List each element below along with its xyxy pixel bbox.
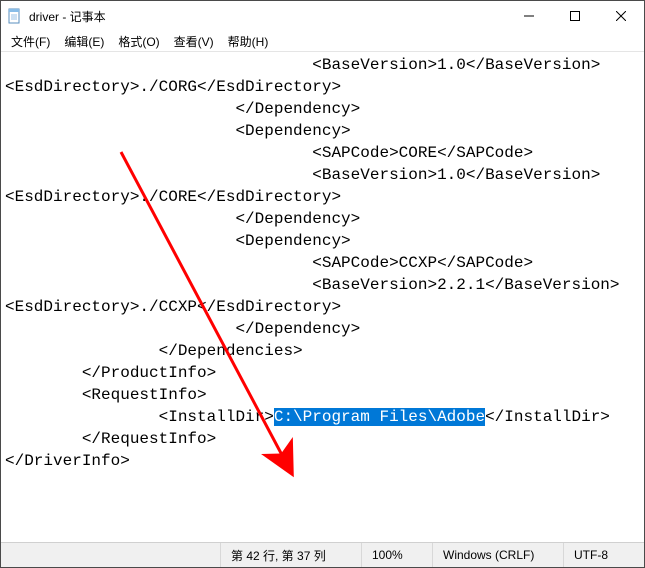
status-spacer xyxy=(1,543,220,567)
editor-text[interactable]: <BaseVersion>1.0</BaseVersion><EsdDirect… xyxy=(5,54,620,472)
text-line: <Dependency> xyxy=(5,120,620,142)
close-button[interactable] xyxy=(598,1,644,31)
menu-view[interactable]: 查看(V) xyxy=(168,32,220,51)
menu-format[interactable]: 格式(O) xyxy=(112,32,165,51)
text-line: <InstallDir>C:\Program Files\Adobe</Inst… xyxy=(5,406,620,428)
text-line: </ProductInfo> xyxy=(5,362,620,384)
title-bar: driver - 记事本 xyxy=(1,1,644,31)
text-line: <BaseVersion>1.0</BaseVersion> xyxy=(5,54,620,76)
menu-bar: 文件(F) 编辑(E) 格式(O) 查看(V) 帮助(H) xyxy=(1,31,644,51)
status-zoom: 100% xyxy=(361,543,432,567)
notepad-icon xyxy=(7,8,23,24)
menu-edit[interactable]: 编辑(E) xyxy=(58,32,110,51)
text-line: <EsdDirectory>./CORG</EsdDirectory> xyxy=(5,76,620,98)
text-line: </RequestInfo> xyxy=(5,428,620,450)
status-eol: Windows (CRLF) xyxy=(432,543,563,567)
editor-area[interactable]: <BaseVersion>1.0</BaseVersion><EsdDirect… xyxy=(1,51,644,542)
window-title: driver - 记事本 xyxy=(29,8,106,25)
line-fragment: </InstallDir> xyxy=(485,408,610,426)
text-line: <Dependency> xyxy=(5,230,620,252)
line-fragment: <InstallDir> xyxy=(5,408,274,426)
status-bar: 第 42 行, 第 37 列 100% Windows (CRLF) UTF-8 xyxy=(1,542,644,567)
notepad-window: driver - 记事本 文件(F) 编辑(E) 格式(O) 查看(V) 帮助(… xyxy=(0,0,645,568)
text-line: <RequestInfo> xyxy=(5,384,620,406)
status-encoding: UTF-8 xyxy=(563,543,644,567)
text-line: </DriverInfo> xyxy=(5,450,620,472)
text-line: </Dependency> xyxy=(5,318,620,340)
text-line: <SAPCode>CCXP</SAPCode> xyxy=(5,252,620,274)
window-controls xyxy=(506,1,644,31)
text-line: <SAPCode>CORE</SAPCode> xyxy=(5,142,620,164)
menu-file[interactable]: 文件(F) xyxy=(5,32,56,51)
text-line: <BaseVersion>2.2.1</BaseVersion> xyxy=(5,274,620,296)
text-line: <BaseVersion>1.0</BaseVersion> xyxy=(5,164,620,186)
text-line: <EsdDirectory>./CORE</EsdDirectory> xyxy=(5,186,620,208)
text-line: </Dependencies> xyxy=(5,340,620,362)
title-bar-left: driver - 记事本 xyxy=(1,8,106,25)
text-line: </Dependency> xyxy=(5,98,620,120)
text-line: <EsdDirectory>./CCXP</EsdDirectory> xyxy=(5,296,620,318)
text-line: </Dependency> xyxy=(5,208,620,230)
status-cursor: 第 42 行, 第 37 列 xyxy=(220,543,361,567)
maximize-button[interactable] xyxy=(552,1,598,31)
minimize-button[interactable] xyxy=(506,1,552,31)
menu-help[interactable]: 帮助(H) xyxy=(222,32,275,51)
selected-text: C:\Program Files\Adobe xyxy=(274,408,485,426)
